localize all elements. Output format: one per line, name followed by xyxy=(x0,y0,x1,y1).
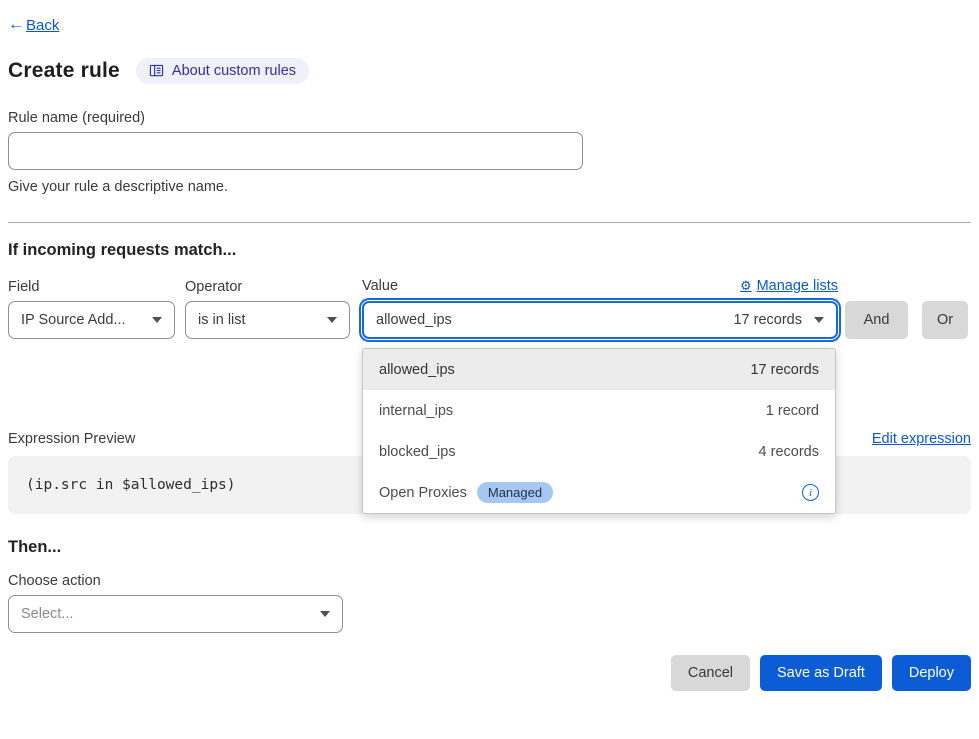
manage-lists-label: Manage lists xyxy=(757,278,838,294)
edit-expression-label: Edit expression xyxy=(872,431,971,447)
list-item-meta: 4 records xyxy=(759,444,819,460)
or-button[interactable]: Or xyxy=(922,301,968,339)
value-select-value: allowed_ips xyxy=(376,312,452,328)
field-label: Field xyxy=(8,279,175,295)
action-select[interactable]: Select... xyxy=(8,595,343,633)
list-item-meta: 1 record xyxy=(766,403,819,419)
list-item-name: allowed_ips xyxy=(379,362,455,378)
edit-expression-link[interactable]: Edit expression xyxy=(872,431,971,447)
and-button[interactable]: And xyxy=(845,301,908,339)
manage-lists-link[interactable]: ⚙ Manage lists xyxy=(740,278,838,294)
field-column: Field IP Source Add... xyxy=(8,279,175,339)
back-link[interactable]: ←Back xyxy=(8,16,59,34)
rule-name-helper: Give your rule a descriptive name. xyxy=(8,179,971,195)
list-item-name: internal_ips xyxy=(379,403,453,419)
match-section-heading: If incoming requests match... xyxy=(8,241,971,260)
footer-actions: Cancel Save as Draft Deploy xyxy=(8,655,971,691)
value-select-meta: 17 records xyxy=(733,312,802,328)
list-item-open-proxies[interactable]: Open Proxies Managed i xyxy=(363,472,835,513)
operator-label: Operator xyxy=(185,279,350,295)
match-controls-row: Field IP Source Add... Operator is in li… xyxy=(8,278,971,339)
field-select[interactable]: IP Source Add... xyxy=(8,301,175,339)
back-arrow-icon: ← xyxy=(8,16,24,34)
operator-select-value: is in list xyxy=(198,312,246,328)
expression-preview-label: Expression Preview xyxy=(8,431,135,447)
then-heading: Then... xyxy=(8,538,971,557)
list-item-name: Open Proxies xyxy=(379,485,467,501)
choose-action-label: Choose action xyxy=(8,573,971,589)
value-dropdown-panel: allowed_ips 17 records internal_ips 1 re… xyxy=(362,348,836,514)
managed-badge: Managed xyxy=(477,482,553,503)
about-custom-rules-link[interactable]: About custom rules xyxy=(136,58,309,84)
field-select-value: IP Source Add... xyxy=(21,312,126,328)
section-divider xyxy=(8,222,971,223)
action-select-placeholder: Select... xyxy=(21,606,73,622)
rule-name-input[interactable] xyxy=(8,132,583,170)
value-column: Value ⚙ Manage lists allowed_ips 17 reco… xyxy=(362,278,838,339)
operator-column: Operator is in list xyxy=(185,279,350,339)
expression-code: (ip.src in $allowed_ips) xyxy=(26,477,236,493)
page-title: Create rule xyxy=(8,59,120,83)
title-row: Create rule About custom rules xyxy=(8,58,971,84)
back-label: Back xyxy=(26,17,59,34)
list-item-name: blocked_ips xyxy=(379,444,456,460)
chevron-down-icon xyxy=(152,317,162,323)
about-badge-label: About custom rules xyxy=(172,63,296,79)
value-select-right: 17 records xyxy=(733,312,824,328)
list-item-meta: 17 records xyxy=(750,362,819,378)
deploy-button[interactable]: Deploy xyxy=(892,655,971,691)
rule-name-label: Rule name (required) xyxy=(8,110,971,126)
list-item-internal-ips[interactable]: internal_ips 1 record xyxy=(363,390,835,431)
list-item-allowed-ips[interactable]: allowed_ips 17 records xyxy=(363,349,835,390)
value-select[interactable]: allowed_ips 17 records xyxy=(362,301,838,339)
create-rule-page: ←Back Create rule About custom rules Rul… xyxy=(0,0,979,739)
book-icon xyxy=(149,64,164,78)
value-label: Value xyxy=(362,278,398,294)
chevron-down-icon xyxy=(327,317,337,323)
gear-icon: ⚙ xyxy=(740,278,752,294)
save-as-draft-button[interactable]: Save as Draft xyxy=(760,655,882,691)
list-item-blocked-ips[interactable]: blocked_ips 4 records xyxy=(363,431,835,472)
cancel-button[interactable]: Cancel xyxy=(671,655,750,691)
operator-select[interactable]: is in list xyxy=(185,301,350,339)
info-icon[interactable]: i xyxy=(802,484,819,501)
value-header: Value ⚙ Manage lists xyxy=(362,278,838,294)
chevron-down-icon xyxy=(320,611,330,617)
chevron-down-icon xyxy=(814,317,824,323)
